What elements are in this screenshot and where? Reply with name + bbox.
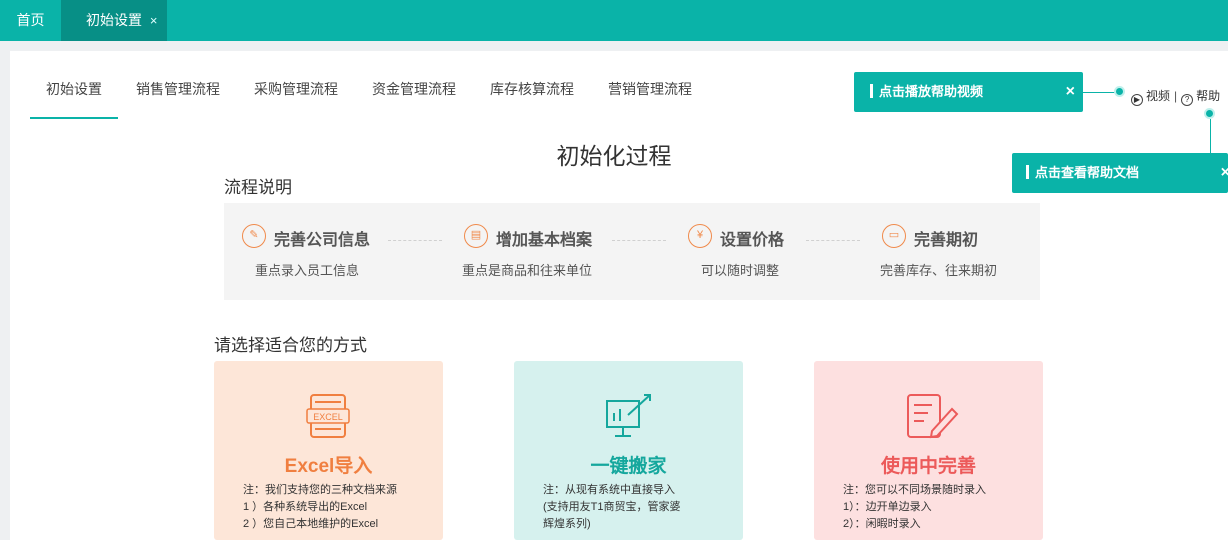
card-note: 注：我们支持您的三种文档来源 1 ）各种系统导出的Excel 2 ）您自己本地维…: [243, 484, 397, 530]
step-name: 完善期初: [914, 232, 979, 249]
step-desc: 可以随时调整: [701, 263, 780, 278]
process-steps: ✎ 完善公司信息 重点录入员工信息 ▤ 增加基本档案 重点是商品和往来单位 ¥ …: [224, 203, 1040, 300]
tab-close-icon[interactable]: ×: [150, 13, 158, 28]
excel-import-card[interactable]: EXCEL Excel导入 注：我们支持您的三种文档来源 1 ）各种系统导出的E…: [214, 361, 443, 540]
step-desc: 重点录入员工信息: [255, 263, 360, 278]
step-desc: 重点是商品和往来单位: [462, 263, 593, 278]
top-tab-bar: 首页 初始设置 ×: [0, 0, 1228, 41]
help-links: ▶ 视频 |? 帮助: [1131, 87, 1220, 106]
tab-home[interactable]: 首页: [0, 0, 61, 41]
yen-icon: ¥: [688, 224, 712, 248]
tip-bar: [870, 84, 873, 98]
video-help-tip[interactable]: 点击播放帮助视频 ×: [854, 72, 1083, 112]
subnav-initial-settings[interactable]: 初始设置: [30, 79, 118, 119]
choose-method-title: 请选择适合您的方式: [214, 336, 367, 355]
edit-form-icon: [907, 394, 959, 439]
video-tip-text: 点击播放帮助视频: [879, 84, 984, 99]
flow-section-title: 流程说明: [224, 178, 292, 197]
step-name: 增加基本档案: [496, 232, 593, 249]
improve-in-use-card[interactable]: 使用中完善 注：您可以不同场景随时录入 1）：边开单边录入 2）：闲暇时录入: [814, 361, 1043, 540]
card-title: 一键搬家: [590, 456, 667, 477]
monitor-icon: ▭: [882, 224, 906, 248]
card-note: 注：从现有系统中直接导入 (支持用友T1商贸宝，管家婆 辉煌系列): [543, 484, 681, 530]
divider: |: [1174, 89, 1178, 103]
subnav-purchase-process[interactable]: 采购管理流程: [254, 79, 338, 119]
close-icon[interactable]: ×: [1066, 72, 1075, 112]
one-click-migrate-card[interactable]: 一键搬家 注：从现有系统中直接导入 (支持用友T1商贸宝，管家婆 辉煌系列): [514, 361, 743, 540]
subnav-funds-process[interactable]: 资金管理流程: [372, 79, 456, 119]
step-divider: [388, 240, 442, 241]
subnav-sales-process[interactable]: 销售管理流程: [136, 79, 220, 119]
step-divider: [806, 240, 860, 241]
step-name: 设置价格: [720, 232, 785, 249]
excel-icon: EXCEL: [306, 394, 350, 438]
step-desc: 完善库存、往来期初: [880, 263, 998, 278]
document-icon: ▤: [464, 224, 488, 248]
page-title: 初始化过程: [556, 143, 672, 169]
card-title: Excel导入: [284, 456, 373, 477]
play-icon: ▶: [1131, 94, 1143, 106]
subnav-inventory-process[interactable]: 库存核算流程: [490, 79, 574, 119]
video-link[interactable]: ▶ 视频: [1131, 89, 1170, 106]
step-divider: [612, 240, 666, 241]
step-name: 完善公司信息: [274, 232, 371, 249]
edit-icon: ✎: [242, 224, 266, 248]
tip-connector: [1083, 92, 1117, 93]
subnav-marketing-process[interactable]: 营销管理流程: [608, 79, 692, 119]
tip-anchor-dot: [1204, 108, 1215, 119]
question-icon: ?: [1181, 94, 1194, 106]
help-link[interactable]: ? 帮助: [1181, 89, 1220, 106]
card-title: 使用中完善: [880, 456, 976, 477]
migrate-icon: [606, 394, 651, 437]
tip-anchor-dot: [1114, 86, 1125, 97]
tab-label: 初始设置: [86, 12, 142, 28]
tab-initial-settings[interactable]: 初始设置 ×: [61, 0, 167, 41]
card-note: 注：您可以不同场景随时录入 1）：边开单边录入 2）：闲暇时录入: [843, 484, 986, 530]
svg-text:EXCEL: EXCEL: [313, 412, 343, 422]
